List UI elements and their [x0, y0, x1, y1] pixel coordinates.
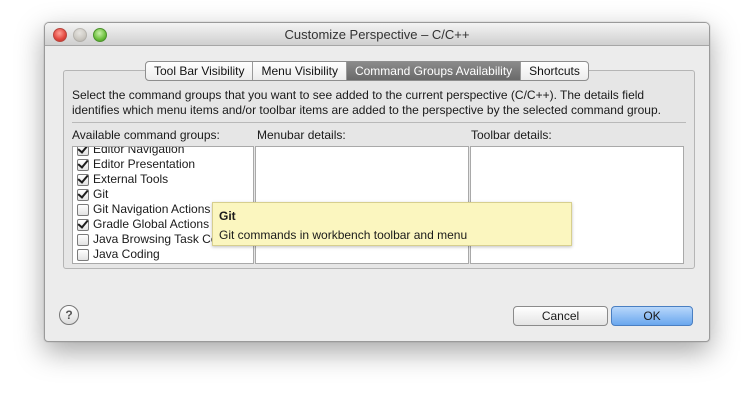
checkbox[interactable]	[77, 219, 89, 231]
toolbar-details-label: Toolbar details:	[471, 128, 552, 142]
list-item-label: Java Browsing Task Co	[93, 232, 218, 246]
available-command-groups-label: Available command groups:	[72, 128, 220, 142]
help-icon[interactable]: ?	[59, 305, 79, 325]
list-item-label: Editor Navigation	[93, 146, 185, 156]
menubar-details-label: Menubar details:	[257, 128, 346, 142]
list-item[interactable]: External Tools	[73, 172, 253, 187]
list-item[interactable]: Editor Presentation	[73, 157, 253, 172]
checkbox[interactable]	[77, 174, 89, 186]
list-item-label: Git Navigation Actions	[93, 202, 211, 216]
list-item[interactable]: Java Coding	[73, 247, 253, 262]
list-item-label: Editor Presentation	[93, 157, 196, 171]
tooltip-title: Git	[219, 209, 236, 223]
description-line-1: Select the command groups that you want …	[72, 88, 645, 102]
separator	[72, 122, 686, 123]
tab-command-groups-availability[interactable]: Command Groups Availability	[346, 62, 522, 80]
ok-button[interactable]: OK	[611, 306, 693, 326]
checkbox[interactable]	[77, 204, 89, 216]
tooltip-body: Git commands in workbench toolbar and me…	[219, 228, 468, 242]
tooltip: Git Git commands in workbench toolbar an…	[212, 202, 572, 246]
checkbox[interactable]	[77, 147, 89, 156]
description-text: Select the command groups that you want …	[72, 88, 684, 118]
list-item[interactable]: Editor Navigation	[73, 146, 253, 157]
customize-perspective-dialog: Customize Perspective – C/C++ Select the…	[44, 22, 710, 342]
tab-shortcuts[interactable]: Shortcuts	[521, 62, 588, 80]
window-title: Customize Perspective – C/C++	[284, 27, 470, 42]
checkbox[interactable]	[77, 189, 89, 201]
title-bar[interactable]: Customize Perspective – C/C++	[45, 23, 709, 46]
tab-tool-bar-visibility[interactable]: Tool Bar Visibility	[146, 62, 254, 80]
checkbox[interactable]	[77, 249, 89, 261]
tab-menu-visibility[interactable]: Menu Visibility	[253, 62, 347, 80]
checkbox[interactable]	[77, 234, 89, 246]
list-item-label: External Tools	[93, 172, 169, 186]
checkbox[interactable]	[77, 159, 89, 171]
list-item-label: Java Coding	[93, 247, 160, 261]
list-item[interactable]: Git	[73, 187, 253, 202]
description-line-2: identifies which menu items and/or toolb…	[72, 103, 661, 117]
cancel-button[interactable]: Cancel	[513, 306, 608, 326]
list-item-label: Git	[93, 187, 109, 201]
tab-bar: Tool Bar Visibility Menu Visibility Comm…	[145, 61, 589, 81]
list-item-label: Gradle Global Actions	[93, 217, 210, 231]
